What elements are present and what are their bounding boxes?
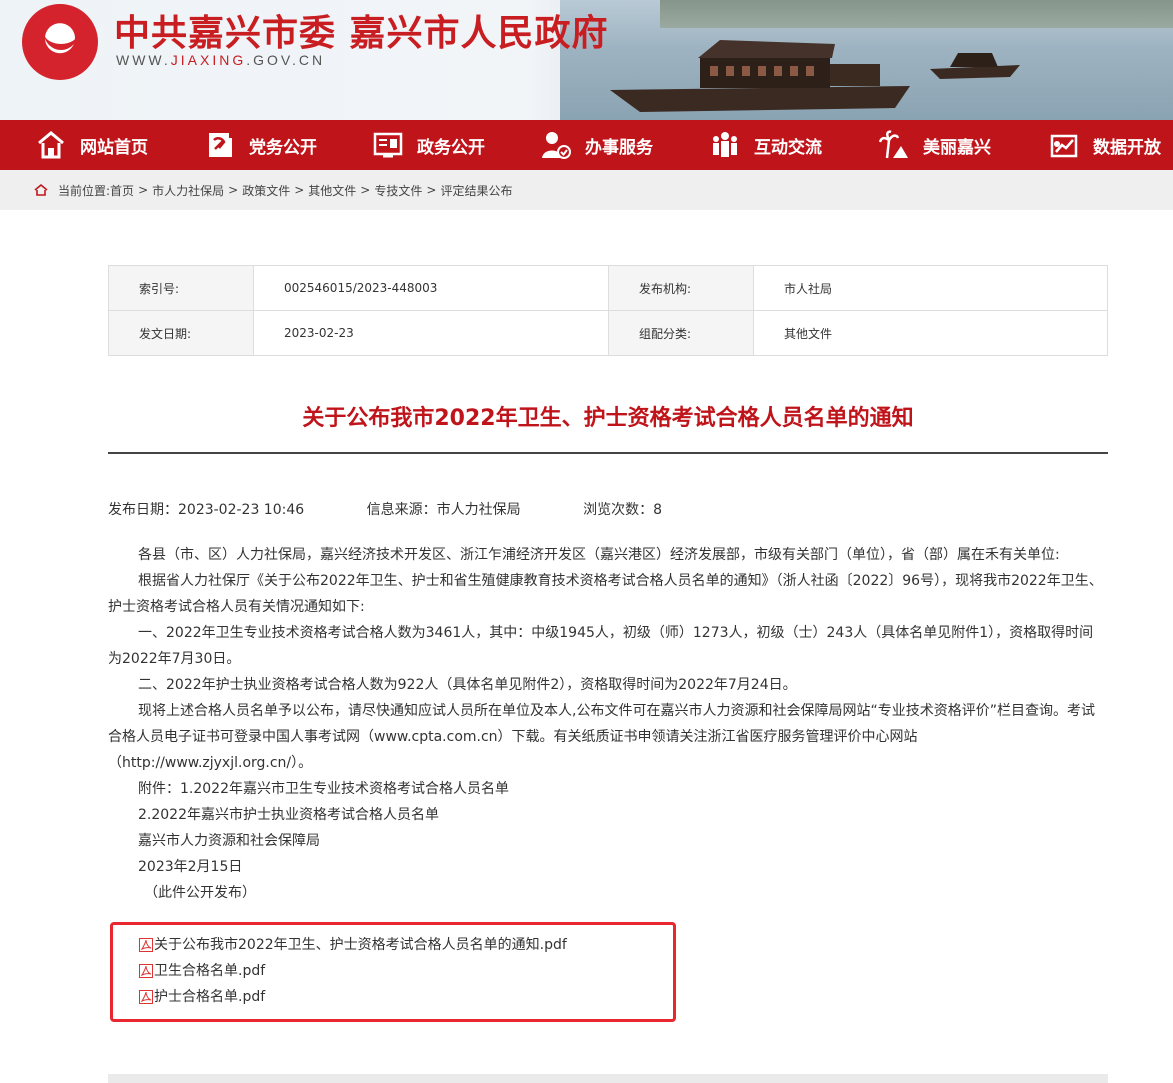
paragraph: 二、2022年护士执业资格考试合格人数为922人（具体名单见附件2），资格取得时… xyxy=(138,677,797,693)
site-title[interactable]: 中共嘉兴市委 嘉兴市人民政府 xyxy=(114,4,609,56)
government-icon xyxy=(373,132,403,158)
paragraph: 2023年2月15日 xyxy=(138,859,243,875)
index-value: 002546015/2023-448003 xyxy=(253,265,609,311)
nav-item-government[interactable]: 政务公开 xyxy=(373,120,485,170)
breadcrumb-link[interactable]: 市人力社保局 xyxy=(152,182,224,199)
nav-item-data[interactable]: 数据开放 xyxy=(1049,120,1161,170)
service-icon xyxy=(542,132,571,159)
nav-label: 数据开放 xyxy=(1093,137,1161,158)
paragraph: 一、2022年卫生专业技术资格考试合格人数为3461人，其中：中级1945人，初… xyxy=(108,625,1094,667)
nav-label: 美丽嘉兴 xyxy=(923,137,991,158)
index-label: 索引号: xyxy=(108,265,254,311)
paragraph: 嘉兴市人力资源和社会保障局 xyxy=(138,833,320,849)
document-title: 关于公布我市2022年卫生、护士资格考试合格人员名单的通知 xyxy=(302,406,914,431)
nav-item-party[interactable]: 党务公开 xyxy=(205,120,317,170)
breadcrumb-link[interactable]: 专技文件 xyxy=(374,182,422,199)
data-icon xyxy=(1050,134,1078,158)
date-value: 2023-02-23 xyxy=(253,310,609,356)
breadcrumb-link[interactable]: 首页 xyxy=(110,182,134,199)
url-prefix: WWW. xyxy=(116,52,171,68)
breadcrumb-prefix: 当前位置: xyxy=(58,183,111,198)
nav-item-interact[interactable]: 互动交流 xyxy=(710,120,822,170)
red-boat-image xyxy=(610,40,910,112)
breadcrumb-link[interactable]: 评定结果公布 xyxy=(440,182,512,199)
paragraph: 现将上述合格人员名单予以公布，请尽快通知应试人员所在单位及本人,公布文件可在嘉兴… xyxy=(108,703,1095,771)
publish-date: 发布日期：2023-02-23 10:46 xyxy=(108,502,305,518)
info-source: 信息来源：市人力社保局 xyxy=(366,502,521,518)
site-url: WWW.JIAXING.GOV.CN xyxy=(116,52,325,68)
nav-item-home[interactable]: 网站首页 xyxy=(36,120,148,170)
org-label: 发布机构: xyxy=(608,265,754,311)
nav-label: 互动交流 xyxy=(754,137,822,158)
header-banner: 中共嘉兴市委 嘉兴市人民政府 WWW.JIAXING.GOV.CN xyxy=(0,0,1173,120)
footer-strip xyxy=(108,1074,1108,1083)
document-body: 各县（市、区）人力社保局，嘉兴经济技术开发区、浙江乍浦经济开发区（嘉兴港区）经济… xyxy=(108,542,1103,906)
main-nav: 网站首页 党务公开 政务公开 办事服务 互动交流 美丽嘉兴 数据开放 xyxy=(0,120,1173,170)
annotation-highlight-box xyxy=(110,922,676,1022)
document-info: 发布日期：2023-02-23 10:46 信息来源：市人力社保局 浏览次数：8 xyxy=(108,499,720,519)
small-boat-image xyxy=(930,53,1020,79)
nav-item-service[interactable]: 办事服务 xyxy=(541,120,653,170)
nav-label: 网站首页 xyxy=(80,137,148,158)
url-suffix: .GOV.CN xyxy=(246,52,326,68)
category-label: 组配分类: xyxy=(608,310,754,356)
nav-item-scenery[interactable]: 美丽嘉兴 xyxy=(879,120,991,170)
scenery-icon xyxy=(879,130,908,159)
paragraph: 2.2022年嘉兴市护士执业资格考试合格人员名单 xyxy=(138,807,439,823)
people-icon xyxy=(713,132,737,157)
paragraph: 各县（市、区）人力社保局，嘉兴经济技术开发区、浙江乍浦经济开发区（嘉兴港区）经济… xyxy=(138,547,1060,563)
home-icon xyxy=(34,183,48,196)
view-count: 浏览次数：8 xyxy=(583,502,662,518)
site-logo[interactable] xyxy=(22,4,98,80)
breadcrumb-link[interactable]: 其他文件 xyxy=(308,182,356,199)
paragraph: （此件公开发布） xyxy=(144,885,256,901)
breadcrumb-bar: 当前位置: 首页 > 市人力社保局 > 政策文件 > 其他文件 > 专技文件 > 评定结果… xyxy=(0,170,1173,210)
category-value: 其他文件 xyxy=(753,310,1108,356)
shore-trees xyxy=(660,0,1173,28)
nav-label: 办事服务 xyxy=(585,137,653,158)
home-icon xyxy=(38,131,64,159)
paragraph: 根据省人力社保厅《关于公布2022年卫生、护士和省生殖健康教育技术资格考试合格人… xyxy=(108,573,1103,615)
breadcrumb-link[interactable]: 政策文件 xyxy=(242,182,290,199)
paragraph: 附件：1.2022年嘉兴市卫生专业技术资格考试合格人员名单 xyxy=(138,781,509,797)
breadcrumb: 当前位置: 首页 > 市人力社保局 > 政策文件 > 其他文件 > 专技文件 > 评定结果… xyxy=(34,170,512,210)
org-value: 市人社局 xyxy=(753,265,1108,311)
url-highlight: JIAXING xyxy=(170,52,247,68)
document-meta-table: 索引号: 002546015/2023-448003 发布机构: 市人社局 发文… xyxy=(108,265,1108,356)
party-icon xyxy=(209,133,232,157)
nav-label: 政务公开 xyxy=(417,137,485,158)
title-divider xyxy=(108,452,1108,454)
nav-label: 党务公开 xyxy=(249,137,317,158)
date-label: 发文日期: xyxy=(108,310,254,356)
